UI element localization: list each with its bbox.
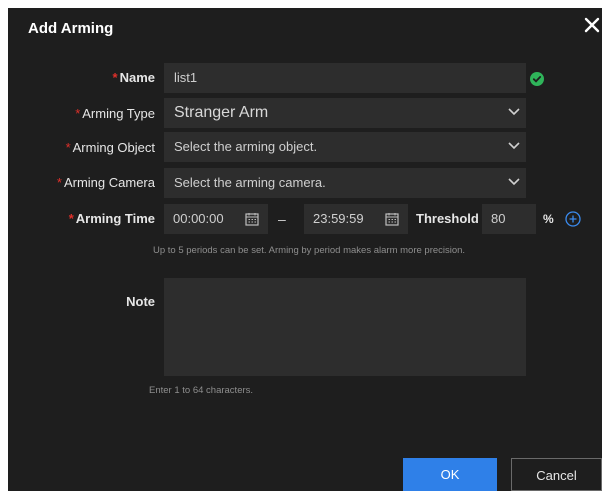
arming-camera-select[interactable]: Select the arming camera. [164,168,526,198]
arming-type-label: * Arming Type [75,106,155,121]
arming-time-hint: Up to 5 periods can be set. Arming by pe… [153,245,466,256]
end-time-input[interactable]: 23:59:59 [304,204,408,234]
arming-type-select[interactable]: Stranger Arm [164,98,526,128]
chevron-down-icon [508,178,520,186]
arming-object-label: * Arming Object [65,140,155,155]
arming-time-label: * Arming Time [68,211,155,226]
add-arming-dialog: Add Arming * Name list1 * Arming Type Stra… [8,8,602,491]
chevron-down-icon [508,142,520,150]
ok-button[interactable]: OK [403,458,497,491]
calendar-icon[interactable] [385,212,399,226]
percent-sign: % [543,212,554,226]
time-range-separator: – [278,211,286,227]
name-input[interactable]: list1 [164,63,526,93]
calendar-icon[interactable] [245,212,259,226]
name-label: * Name [112,70,155,85]
arming-object-select[interactable]: Select the arming object. [164,132,526,162]
dialog-title: Add Arming [28,20,114,37]
required-mark: * [112,70,118,85]
note-label: Note [126,294,155,309]
threshold-label: Threshold [416,211,479,226]
add-period-icon[interactable] [565,211,581,227]
arming-camera-label: * Arming Camera [56,175,155,190]
threshold-input[interactable]: 80 [482,204,536,234]
chevron-down-icon [508,108,520,116]
check-circle-icon [530,72,544,86]
note-hint: Enter 1 to 64 characters. [149,385,254,396]
note-textarea[interactable] [164,278,526,376]
start-time-input[interactable]: 00:00:00 [164,204,268,234]
close-icon[interactable] [583,16,601,34]
cancel-button[interactable]: Cancel [511,458,602,491]
